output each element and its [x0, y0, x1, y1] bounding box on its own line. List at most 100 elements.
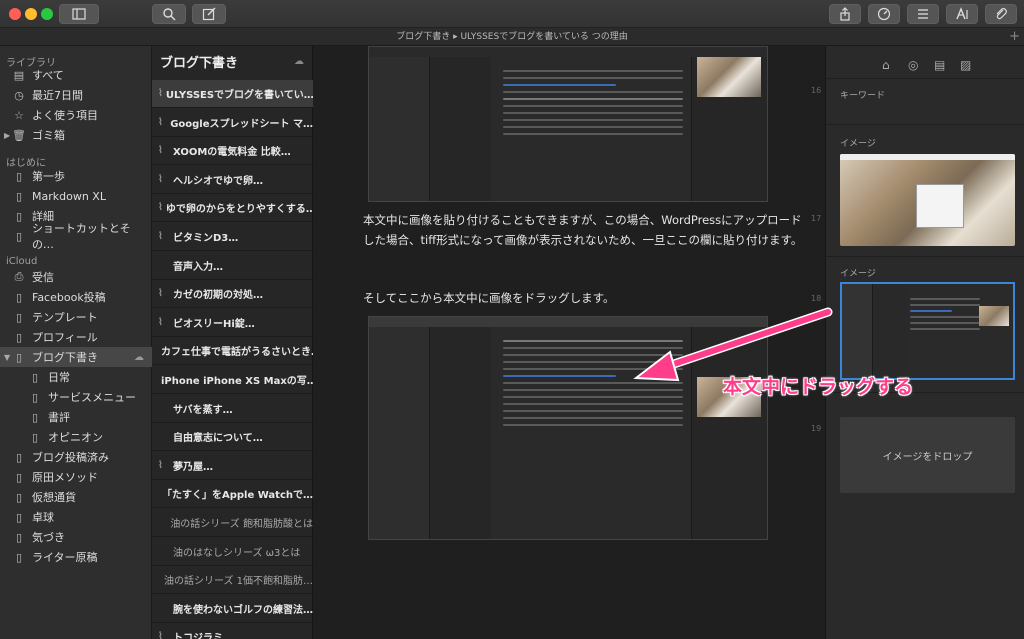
paperclip-icon: ⌇	[158, 288, 163, 300]
sheet-item[interactable]: ⌇ トコジラミ…	[152, 623, 313, 639]
sheet-title: 音声入力…	[173, 261, 223, 273]
sidebar-item-label: 日常	[48, 371, 70, 384]
sheet-title: ビオスリーHi錠…	[173, 318, 255, 330]
sheet-title: ゆで卵のからをとりやすくする…	[165, 204, 313, 216]
group-icon: ▯	[15, 470, 23, 484]
search-icon	[163, 8, 176, 21]
sidebar-toggle-button[interactable]	[59, 4, 99, 24]
group-icon: ▯	[31, 370, 39, 384]
outline-button[interactable]	[907, 4, 939, 24]
group-icon: ▯	[15, 189, 23, 203]
image-attachment-screenshot[interactable]	[840, 282, 1015, 380]
sheet-item[interactable]: ⌇ 夢乃屋…	[152, 452, 313, 480]
share-icon	[840, 7, 850, 21]
goal-icon[interactable]: ◎	[908, 58, 918, 72]
sheet-item[interactable]: 腕を使わないゴルフの練習法…	[152, 595, 313, 623]
new-sheet-button[interactable]	[192, 4, 226, 24]
plus-icon[interactable]: +	[1009, 28, 1020, 46]
sheet-item[interactable]: ⌇ カゼの初期の対処…	[152, 280, 313, 309]
line-number: 19	[811, 424, 822, 433]
sheet-item[interactable]: ⌇ ビオスリーHi錠…	[152, 309, 313, 337]
sidebar-item-profile[interactable]: ▯ プロフィール	[0, 327, 152, 347]
attachments-button[interactable]	[985, 4, 1017, 24]
sidebar-item-inbox[interactable]: ⎙ 受信	[0, 267, 152, 287]
sidebar-item-markdown-xl[interactable]: ▯ Markdown XL	[0, 186, 152, 206]
sheet-title: 油の話シリーズ 飽和脂肪酸とは	[170, 519, 313, 530]
disclosure-triangle-icon[interactable]: ▶	[4, 131, 10, 140]
sheet-item[interactable]: 「たすく」をApple Watchで…	[152, 480, 313, 509]
sidebar-item-blog-drafts[interactable]: ▼ ▯ ブログ下書き ☁	[0, 347, 152, 367]
sidebar-item-label: 第一歩	[32, 170, 65, 183]
maximize-window-button[interactable]	[41, 8, 53, 20]
sheet-item[interactable]: ⌇ ゆで卵のからをとりやすくする…	[152, 194, 313, 223]
close-window-button[interactable]	[9, 8, 21, 20]
sheet-item[interactable]: ⌇ Googleスプレッドシート マ…	[152, 109, 313, 137]
sidebar-item-opinion[interactable]: ▯ オピニオン	[0, 427, 152, 447]
group-icon: ▯	[15, 229, 22, 243]
dashboard-button[interactable]	[868, 4, 900, 24]
search-button[interactable]	[152, 4, 186, 24]
sidebar-item-label: Markdown XL	[32, 189, 106, 203]
sidebar-item-blog-published[interactable]: ▯ ブログ投稿済み	[0, 447, 152, 467]
sheet-item[interactable]: ⌇ ビタミンD3…	[152, 223, 313, 251]
image-attachment-cat[interactable]	[840, 154, 1015, 246]
image-drop-zone[interactable]: イメージをドロップ	[840, 417, 1015, 493]
disclosure-triangle-open-icon[interactable]: ▼	[4, 353, 10, 362]
image-icon[interactable]: ▨	[960, 58, 971, 72]
list-icon	[918, 9, 928, 19]
sheet-item[interactable]: 油の話シリーズ 1価不飽和脂肪…	[152, 566, 313, 595]
tag-icon[interactable]: ⌂	[882, 58, 890, 72]
sheet-item[interactable]: サバを蒸す…	[152, 395, 313, 423]
paperclip-icon: ⌇	[158, 231, 163, 242]
sheet-title: 油のはなしシリーズ ω3とは	[173, 547, 301, 559]
clock-icon: ◷	[14, 88, 24, 102]
typography-button[interactable]	[946, 4, 978, 24]
sheet-item[interactable]: カフェ仕事で電話がうるさいとき…	[152, 337, 313, 366]
sidebar-item-facebook[interactable]: ▯ Facebook投稿	[0, 287, 152, 307]
sidebar-item-templates[interactable]: ▯ テンプレート	[0, 307, 152, 327]
sidebar-item-label: よく使う項目	[32, 109, 98, 122]
sidebar-item-trash[interactable]: ▶ 🗑 ゴミ箱	[0, 125, 152, 145]
inbox-icon: ⎙	[14, 270, 24, 283]
sheet-title: カフェ仕事で電話がうるさいとき…	[161, 347, 313, 359]
sidebar-item-table-tennis[interactable]: ▯ 卓球	[0, 507, 152, 527]
note-icon[interactable]: ▤	[934, 58, 945, 72]
paragraph-17[interactable]: 本文中に画像を貼り付けることもできますが、この場合、WordPressにアップロ…	[363, 210, 803, 250]
group-icon: ▯	[15, 450, 23, 464]
sheet-item[interactable]: 油のはなしシリーズ ω3とは	[152, 538, 313, 566]
sidebar-item-book-review[interactable]: ▯ 書評	[0, 407, 152, 427]
sidebar-item-writer-manuscripts[interactable]: ▯ ライター原稿	[0, 547, 152, 567]
sidebar-item-service-menu[interactable]: ▯ サービスメニュー	[0, 387, 152, 407]
sheet-item[interactable]: 音声入力…	[152, 252, 313, 280]
group-icon: ▯	[15, 490, 23, 504]
sidebar-item-label: ゴミ箱	[32, 129, 65, 142]
sheet-item[interactable]: ⌇ ULYSSESでブログを書いてい…	[152, 80, 313, 108]
sidebar-item-last-7-days[interactable]: ◷ 最近7日間	[0, 85, 152, 105]
sidebar-item-crypto[interactable]: ▯ 仮想通貨	[0, 487, 152, 507]
sidebar-item-label: ブログ下書き	[32, 351, 98, 364]
sheet-item[interactable]: ⌇ ヘルシオでゆで卵…	[152, 166, 313, 194]
sidebar-item-label: オピニオン	[48, 431, 103, 444]
sidebar-item-favorites[interactable]: ☆ よく使う項目	[0, 105, 152, 125]
sheet-item[interactable]: ⌇ XOOMの電気料金 比較…	[152, 137, 313, 166]
sidebar-item-first-step[interactable]: ▯ 第一歩	[0, 166, 152, 186]
sheet-item[interactable]: 自由意志について…	[152, 423, 313, 452]
sidebar-item-daily[interactable]: ▯ 日常	[0, 367, 152, 387]
sidebar-item-harada-method[interactable]: ▯ 原田メソッド	[0, 467, 152, 487]
keyword-header: キーワード	[840, 91, 886, 101]
sidebar-item-insights[interactable]: ▯ 気づき	[0, 527, 152, 547]
group-icon: ▯	[15, 209, 23, 223]
group-icon: ▯	[15, 310, 23, 324]
document-title: ブログ下書き ▸ ULYSSESでブログを書いている つの理由	[396, 32, 628, 42]
share-button[interactable]	[829, 4, 861, 24]
sidebar-item-label: プロフィール	[32, 331, 98, 344]
sheet-title: 自由意志について…	[173, 433, 263, 445]
sheet-item[interactable]: 油の話シリーズ 飽和脂肪酸とは	[152, 509, 313, 537]
minimize-window-button[interactable]	[25, 8, 37, 20]
group-icon: ▯	[15, 530, 23, 544]
sheet-title: サバを蒸す…	[173, 404, 233, 416]
group-icon: ▯	[15, 330, 23, 344]
sidebar-item-all[interactable]: ▤ すべて	[0, 65, 152, 85]
sidebar-item-shortcuts[interactable]: ▯ ショートカットとその…	[0, 222, 152, 251]
sheet-item[interactable]: iPhone iPhone XS Maxの写…	[152, 366, 313, 394]
